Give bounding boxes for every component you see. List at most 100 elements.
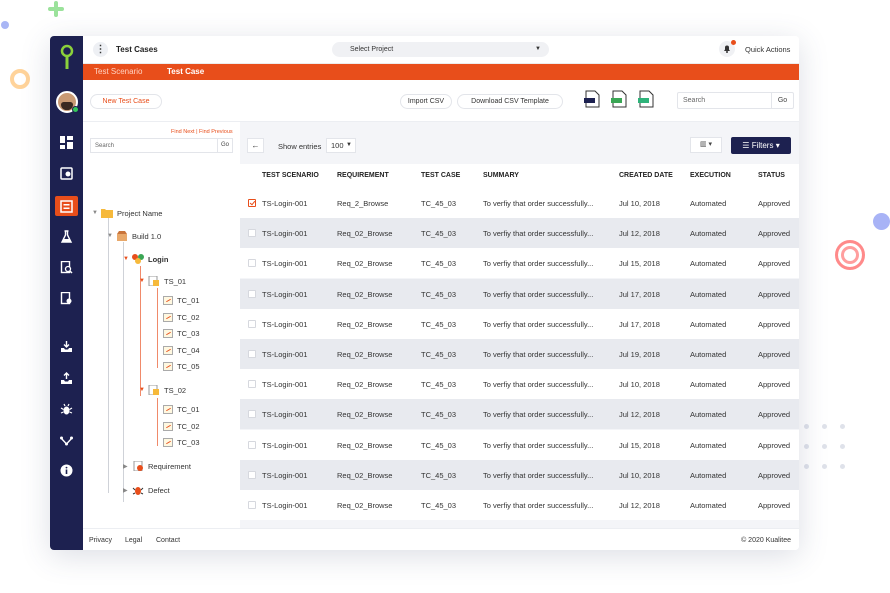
tree-test-case[interactable]: TC_03 <box>163 329 200 338</box>
workflow-icon[interactable] <box>58 432 75 449</box>
table-row[interactable]: TS-Login-001 Req_02_Browse TC_45_03 To verf… <box>240 278 799 309</box>
project-select[interactable]: Select Project ▼ <box>332 42 549 57</box>
download-csv-template-button[interactable]: Download CSV Template <box>457 94 563 109</box>
test-cases-icon[interactable] <box>55 196 78 216</box>
table-row[interactable]: TS-Login-001 Req_02_Browse TC_45_03 To verf… <box>240 399 799 430</box>
cell-execution: Automated <box>690 470 727 480</box>
row-checkbox[interactable] <box>248 259 256 268</box>
tree-project[interactable]: ▼ Project Name <box>92 208 162 218</box>
document-settings-icon[interactable] <box>58 290 75 307</box>
tree-defect-label: Defect <box>148 485 170 495</box>
columns-icon: ▥ ▾ <box>699 141 713 148</box>
chevron-down-icon: ▼ <box>535 46 541 52</box>
table-row[interactable]: TS-Login-001 Req_02_Browse TC_45_03 To verf… <box>240 339 799 369</box>
import-csv-button[interactable]: Import CSV <box>400 94 452 109</box>
column-header[interactable]: TEST SCENARIO <box>262 172 319 179</box>
tree-search-go-button[interactable]: Go <box>217 139 232 152</box>
cell-status: Approved <box>758 380 791 390</box>
find-next-previous-links[interactable]: Find Next | Find Previous <box>171 129 233 135</box>
more-menu-icon[interactable]: ⋮ <box>93 42 108 57</box>
table-row[interactable]: TS-Login-001 Req_02_Browse TC_45_03 To verf… <box>240 369 799 400</box>
row-checkbox[interactable] <box>248 440 256 449</box>
cell-date: Jul 15, 2018 <box>619 440 660 450</box>
column-toggle-button[interactable]: ▥ ▾ <box>690 137 722 153</box>
tree-ts-01-label: TS_01 <box>164 276 187 286</box>
entries-select[interactable]: 100 ▼ <box>326 138 356 153</box>
table-row[interactable]: TS-Login-001 Req_02_Browse TC_45_03 To verf… <box>240 429 799 460</box>
table-row[interactable]: TS-Login-001 Req_02_Browse TC_45_03 To verf… <box>240 248 799 279</box>
info-icon[interactable] <box>58 462 75 479</box>
new-test-case-button[interactable]: New Test Case <box>90 94 162 109</box>
cell-status: Approved <box>758 319 791 329</box>
cell-execution: Automated <box>690 319 727 329</box>
tree-test-case[interactable]: TC_03 <box>163 438 200 447</box>
column-header[interactable]: STATUS <box>758 172 785 179</box>
bug-icon[interactable] <box>58 401 75 418</box>
cell-execution: Automated <box>690 501 727 510</box>
cell-test-case: TC_45_03 <box>421 501 457 510</box>
row-checkbox[interactable] <box>248 350 256 358</box>
report-search-icon[interactable] <box>58 259 75 276</box>
back-arrow-icon[interactable]: ← <box>247 138 264 153</box>
row-checkbox[interactable] <box>248 380 256 389</box>
tree-test-case[interactable]: TC_04 <box>163 346 200 355</box>
row-checkbox[interactable] <box>248 501 256 509</box>
tree-build[interactable]: ▼ Build 1.0 <box>107 231 161 241</box>
dashboard-icon[interactable] <box>58 134 75 151</box>
tree-test-case[interactable]: TC_01 <box>163 296 200 305</box>
csv-file-icon[interactable] <box>583 90 601 108</box>
test-case-icon <box>163 405 173 414</box>
quick-actions-button[interactable]: Quick Actions <box>745 45 790 54</box>
tab-test-scenario[interactable]: Test Scenario <box>94 67 142 76</box>
tree-test-case[interactable]: TC_02 <box>163 313 200 322</box>
row-checkbox[interactable] <box>248 289 256 298</box>
legal-link[interactable]: Legal <box>125 537 142 544</box>
search-input[interactable]: Search Go <box>677 92 794 109</box>
table-row[interactable]: TS-Login-001 Req_02_Browse TC_45_03 To verf… <box>240 490 799 520</box>
xls-file-icon[interactable] <box>610 90 628 108</box>
tree-test-case[interactable]: TC_02 <box>163 422 200 431</box>
table-row[interactable]: TS-Login-001 Req_02_Browse TC_45_03 To verf… <box>240 218 799 249</box>
tree-search-placeholder: Search <box>95 143 115 149</box>
tree-ts-02[interactable]: ▼ TS_02 <box>139 385 186 395</box>
flask-icon[interactable] <box>58 228 75 245</box>
inbox-download-icon[interactable] <box>58 338 75 355</box>
column-header[interactable]: SUMMARY <box>483 172 519 179</box>
table-row[interactable]: TS-Login-001 Req_02_Browse TC_45_03 To verf… <box>240 308 799 339</box>
column-header[interactable]: CREATED DATE <box>619 172 673 179</box>
tree-defect[interactable]: ▶ Defect <box>123 485 170 495</box>
tree-test-case[interactable]: TC_05 <box>163 362 200 371</box>
cell-status: Approved <box>758 501 791 510</box>
cell-requirement: Req_02_Browse <box>337 289 393 299</box>
row-checkbox[interactable] <box>248 229 256 238</box>
inbox-upload-icon[interactable] <box>58 370 75 387</box>
filters-label: Filters <box>751 141 774 150</box>
contact-link[interactable]: Contact <box>156 537 180 544</box>
filters-button[interactable]: ☰ Filters ▾ <box>731 137 791 154</box>
tree-ts-01[interactable]: ▼ TS_01 <box>139 276 186 286</box>
cell-requirement: Req_02_Browse <box>337 350 393 359</box>
column-header[interactable]: EXECUTION <box>690 172 731 179</box>
tree-login[interactable]: ▼ Login <box>123 254 168 264</box>
row-checkbox[interactable] <box>248 199 256 207</box>
table-row[interactable]: TS-Login-001 Req_2_Browse TC_45_03 To verfi… <box>240 188 799 218</box>
cell-date: Jul 10, 2018 <box>619 380 660 390</box>
row-checkbox[interactable] <box>248 410 256 419</box>
row-checkbox[interactable] <box>248 470 256 479</box>
search-go-button[interactable]: Go <box>771 93 793 108</box>
table-row[interactable]: TS-Login-001 Req_02_Browse TC_45_03 To verf… <box>240 459 799 490</box>
tree-search-input[interactable]: Search Go <box>90 138 233 153</box>
online-status-icon <box>72 106 79 113</box>
tab-test-case[interactable]: Test Case <box>167 67 204 76</box>
column-header[interactable]: REQUIREMENT <box>337 172 389 179</box>
column-header[interactable]: TEST CASE <box>421 172 460 179</box>
tree-requirement[interactable]: ▶ Requirement <box>123 461 191 471</box>
cell-summary: To verfiy that order successfully... <box>483 380 594 390</box>
dot-decoration <box>1 21 9 29</box>
circle-decoration <box>873 213 890 230</box>
xlsx-file-icon[interactable] <box>637 90 655 108</box>
privacy-link[interactable]: Privacy <box>89 537 112 544</box>
tree-test-case[interactable]: TC_01 <box>163 405 200 414</box>
requirements-icon[interactable] <box>58 165 75 182</box>
row-checkbox[interactable] <box>248 319 256 328</box>
